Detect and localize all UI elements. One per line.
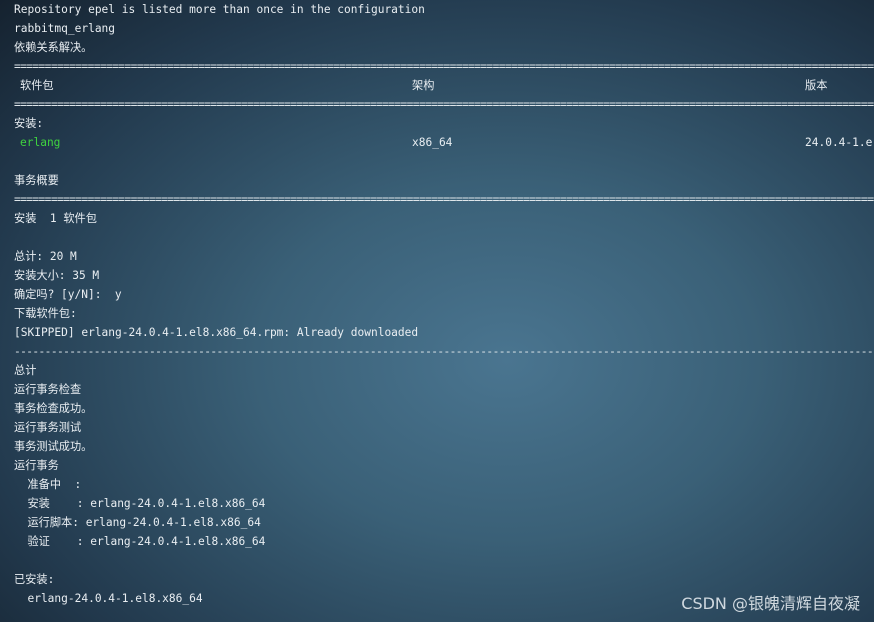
terminal-line: 安装: (14, 117, 44, 130)
terminal-line: 验证 : erlang-24.0.4-1.el8.x86_64 (14, 535, 266, 548)
terminal-line: 运行事务 (14, 459, 59, 472)
terminal-line: 运行事务检查 (14, 383, 82, 396)
terminal-line: 总计: 20 M (14, 250, 77, 263)
terminal-line: 事务检查成功。 (14, 402, 93, 415)
separator-double: ========================================… (14, 98, 874, 111)
terminal-line: rabbitmq_erlang (14, 22, 116, 35)
terminal-line: 准备中 : (14, 478, 82, 491)
separator-double: ========================================… (14, 60, 874, 73)
terminal-line: 运行事务测试 (14, 421, 82, 434)
terminal-line: [SKIPPED] erlang-24.0.4-1.el8.x86_64.rpm… (14, 326, 419, 339)
terminal-line: 事务概要 (14, 174, 59, 187)
package-arch: x86_64 (412, 136, 453, 149)
column-header-package: 软件包 (20, 79, 54, 92)
terminal-line: 运行脚本: erlang-24.0.4-1.el8.x86_64 (14, 516, 261, 529)
separator-double: ========================================… (14, 193, 874, 206)
terminal-line: 依赖关系解决。 (14, 41, 93, 54)
separator-single: ----------------------------------------… (14, 345, 874, 358)
column-header-arch: 架构 (412, 79, 435, 92)
terminal-line: 已安装: (14, 573, 55, 586)
terminal-line: 安装大小: 35 M (14, 269, 100, 282)
package-name: erlang (20, 136, 61, 149)
terminal-line: 安装 : erlang-24.0.4-1.el8.x86_64 (14, 497, 266, 510)
terminal-line: Repository epel is listed more than once… (14, 3, 425, 16)
terminal-line: 安装 1 软件包 (14, 212, 97, 225)
column-header-version: 版本 (805, 79, 828, 92)
watermark: CSDN @银魄清辉自夜凝 (681, 594, 860, 613)
terminal-line: erlang-24.0.4-1.el8.x86_64 (14, 592, 203, 605)
terminal-window[interactable]: Repository epel is listed more than once… (0, 0, 874, 622)
terminal-line: 事务测试成功。 (14, 440, 93, 453)
terminal-line: 下载软件包: (14, 307, 77, 320)
terminal-line: 总计 (14, 364, 37, 377)
terminal-line: 确定吗? [y/N]: y (14, 288, 122, 301)
package-version: 24.0.4-1.e (805, 136, 873, 149)
